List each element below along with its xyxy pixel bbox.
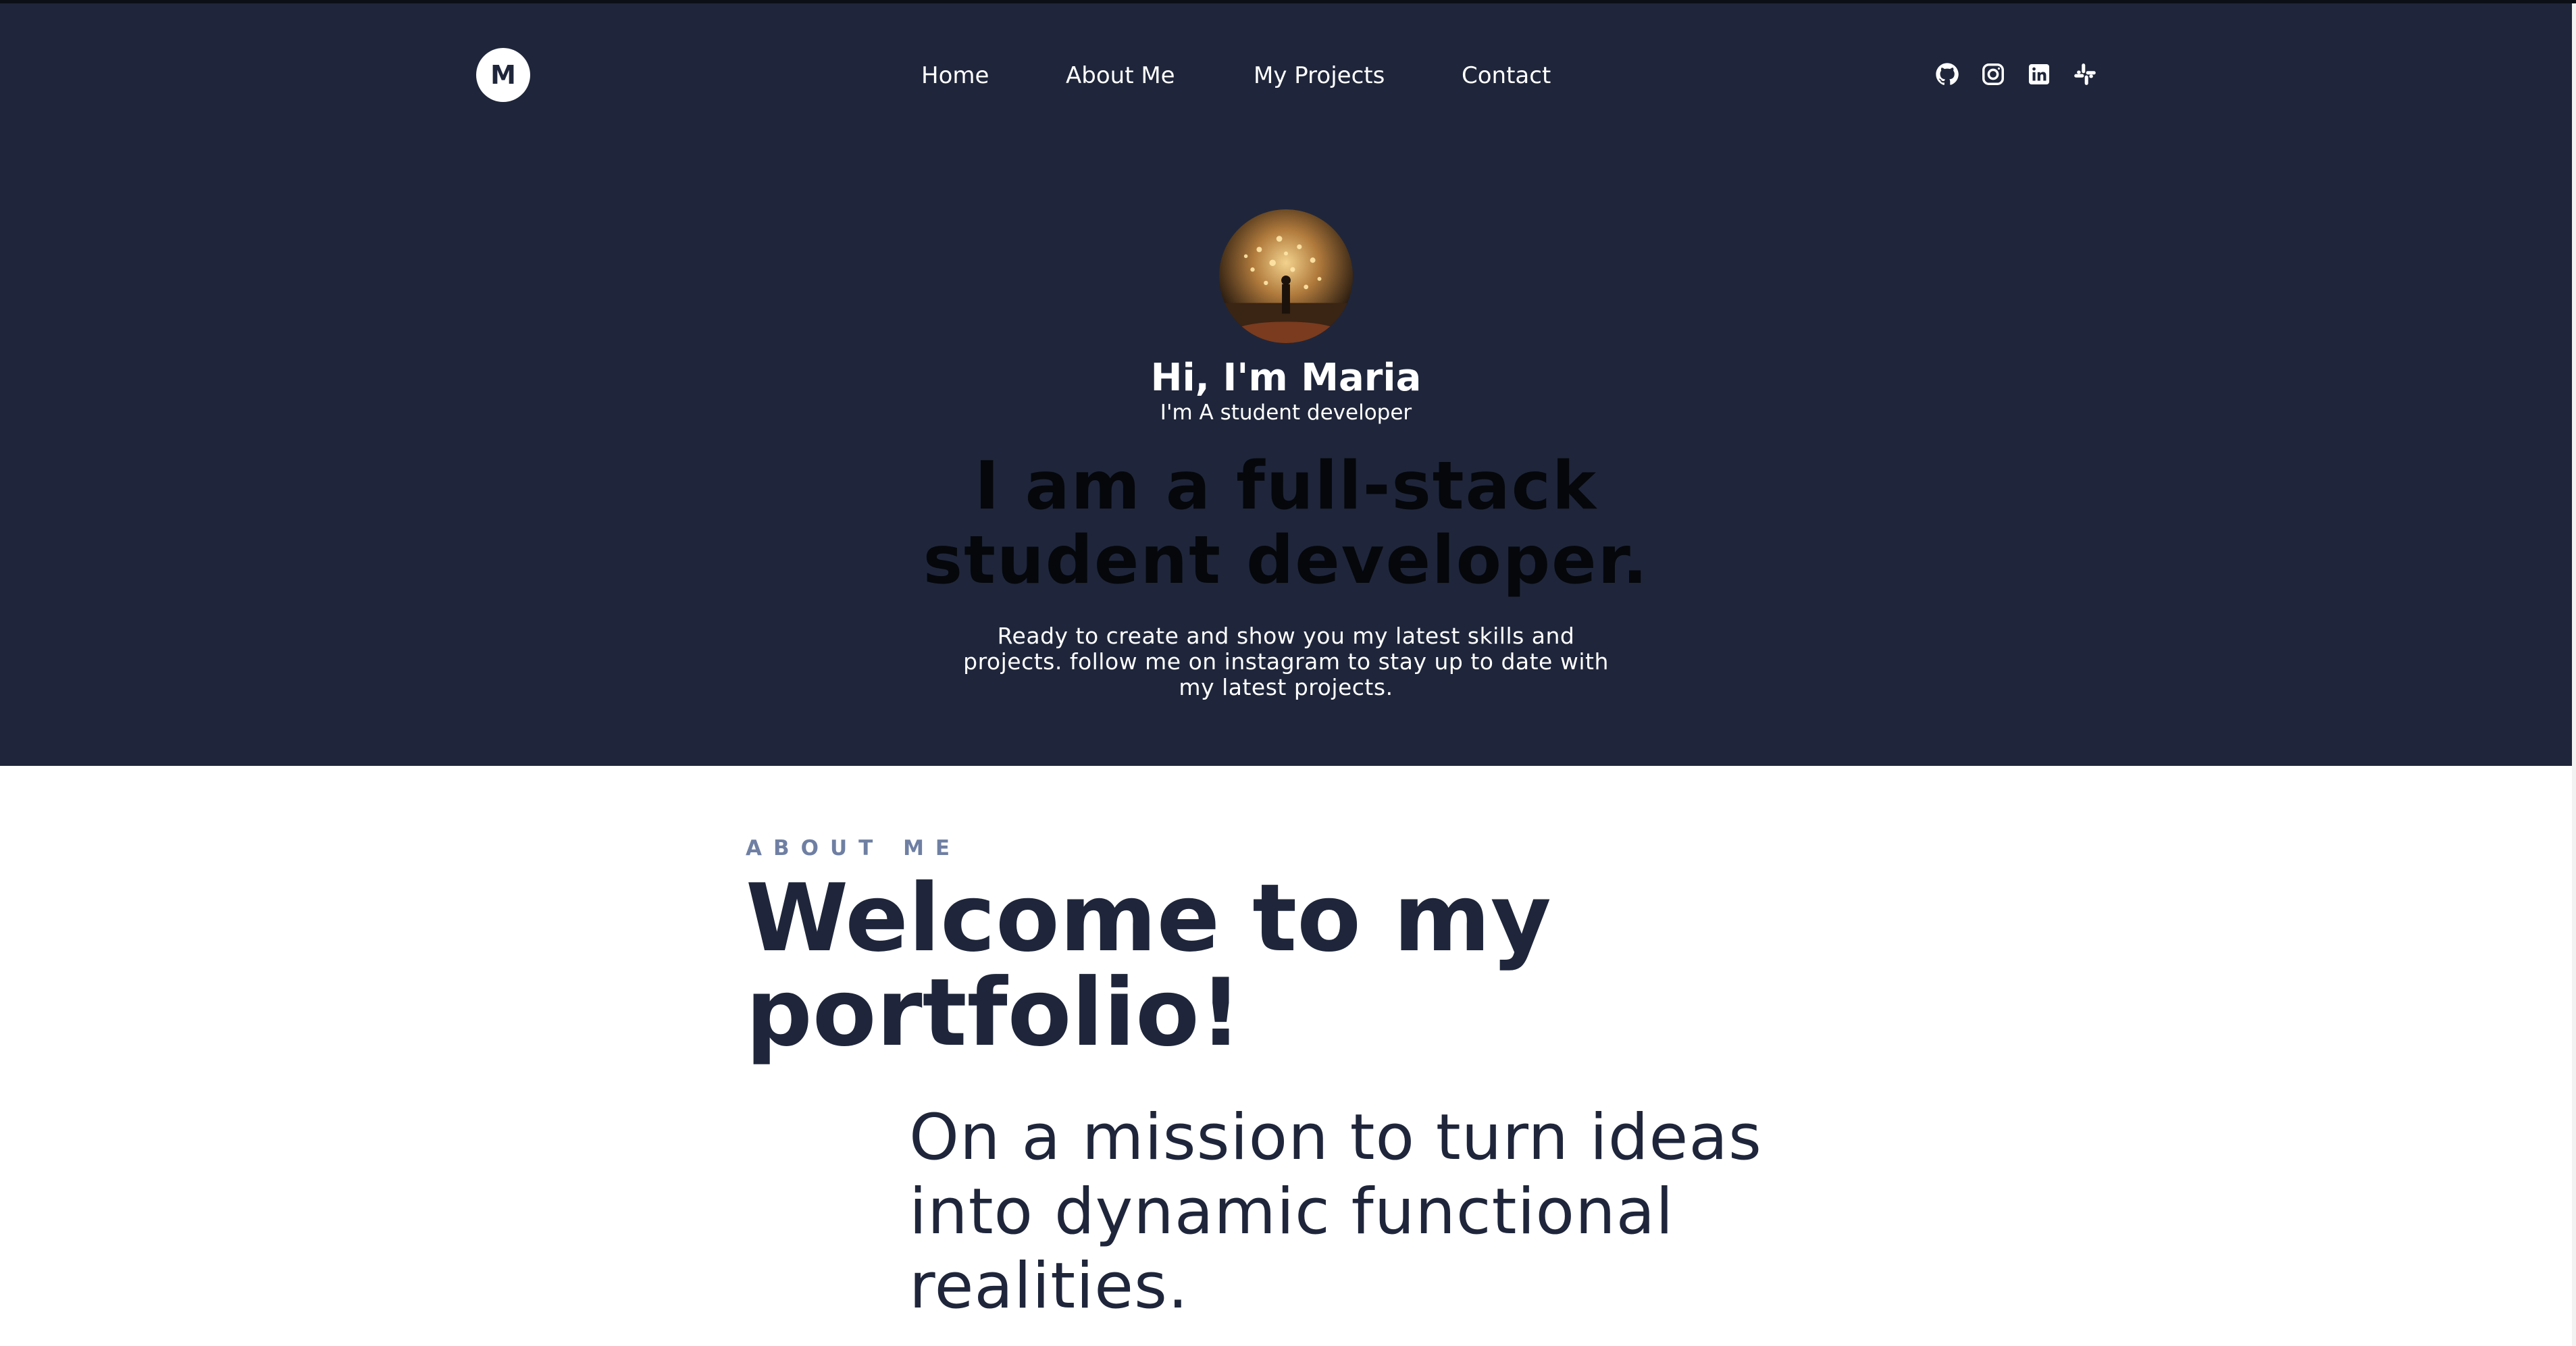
hero-subtitle: I'm A student developer (1160, 400, 1412, 425)
nav-link-home[interactable]: Home (921, 59, 989, 93)
hero-headline: I am a full-stack student developer. (923, 448, 1649, 599)
slack-icon[interactable] (2072, 61, 2098, 87)
section-eyebrow: ABOUT ME (746, 836, 962, 860)
mission-statement: On a mission to turn ideas into dynamic … (909, 1101, 1762, 1323)
profile-photo (1219, 209, 1353, 343)
instagram-icon[interactable] (1980, 61, 2006, 87)
hero-section: M Home About Me My Projects Contact Hi, … (0, 3, 2572, 766)
avatar (1219, 209, 1353, 343)
linkedin-icon[interactable] (2026, 61, 2052, 87)
about-title: Welcome to my portfolio! (746, 864, 1551, 1067)
nav-link-my-projects[interactable]: My Projects (1254, 59, 1385, 93)
hero-greeting: Hi, I'm Maria (1150, 356, 1422, 400)
hero-intro-text: Ready to create and show you my latest s… (963, 623, 1609, 700)
nav-link-about-me[interactable]: About Me (1066, 59, 1175, 93)
github-icon[interactable] (1934, 61, 1960, 87)
nav-link-contact[interactable]: Contact (1462, 59, 1551, 93)
main-nav: Home About Me My Projects Contact (0, 59, 2572, 93)
page-scrollbar[interactable] (2572, 3, 2576, 1346)
